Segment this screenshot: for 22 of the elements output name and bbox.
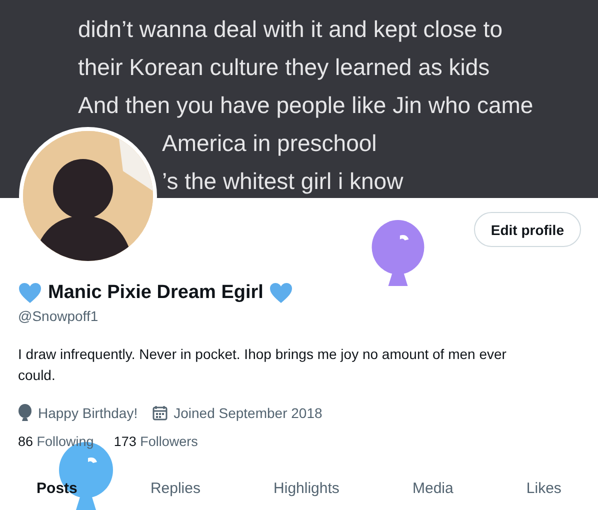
follow-count-link[interactable]: 86 Following xyxy=(18,434,94,449)
heart-icon xyxy=(269,282,294,304)
profile-info-text: Joined September 2018 xyxy=(174,405,322,421)
balloon-icon xyxy=(370,220,426,288)
profile-tab[interactable]: Replies xyxy=(142,470,208,507)
calendar-icon xyxy=(152,405,168,421)
bio-text: I draw infrequently. Never in pocket. Ihop brings me joy no amount of men ever could. xyxy=(18,345,508,385)
edit-profile-button[interactable]: Edit profile xyxy=(474,212,581,247)
banner-text: And then you have people like Jin who came xyxy=(78,91,534,120)
profile-info-text: Happy Birthday! xyxy=(38,405,138,421)
banner-text: their Korean culture they learned as kids xyxy=(78,53,491,82)
follow-count-link[interactable]: 173 Followers xyxy=(114,434,198,449)
heart-icon xyxy=(18,282,42,304)
profile-tab[interactable]: Highlights xyxy=(266,470,348,507)
profile-tab[interactable]: Likes xyxy=(518,470,570,507)
balloon-icon xyxy=(18,404,32,422)
display-name: Manic Pixie Dream Egirl xyxy=(48,282,264,304)
banner-text: ’s the whitest girl i know xyxy=(161,167,404,196)
username: @Snowpoff1 xyxy=(18,308,100,324)
banner-text: America in preschool xyxy=(161,129,378,158)
profile-tab[interactable]: Media xyxy=(404,470,462,507)
banner-text: didn’t wanna deal with it and kept close to xyxy=(78,15,504,44)
